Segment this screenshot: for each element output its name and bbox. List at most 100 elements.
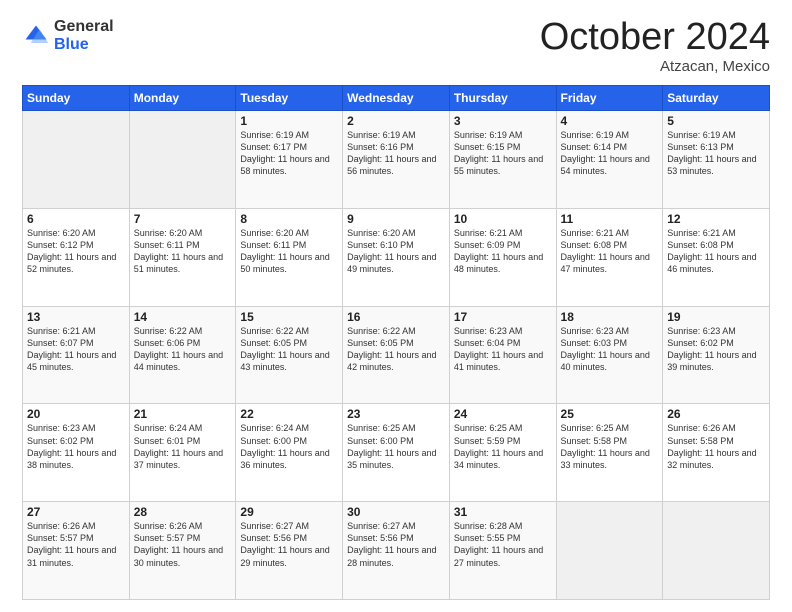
day-number: 7: [134, 212, 232, 226]
day-number: 1: [240, 114, 338, 128]
day-number: 11: [561, 212, 659, 226]
day-number: 27: [27, 505, 125, 519]
day-cell: 17 Sunrise: 6:23 AMSunset: 6:04 PMDayligh…: [449, 306, 556, 404]
day-header-saturday: Saturday: [663, 86, 770, 111]
day-cell: 8 Sunrise: 6:20 AMSunset: 6:11 PMDaylight…: [236, 208, 343, 306]
day-info: Sunrise: 6:27 AMSunset: 5:56 PMDaylight:…: [347, 521, 436, 567]
day-info: Sunrise: 6:27 AMSunset: 5:56 PMDaylight:…: [240, 521, 329, 567]
day-info: Sunrise: 6:24 AMSunset: 6:00 PMDaylight:…: [240, 423, 329, 469]
day-cell: [663, 502, 770, 600]
day-info: Sunrise: 6:24 AMSunset: 6:01 PMDaylight:…: [134, 423, 223, 469]
day-number: 31: [454, 505, 552, 519]
day-info: Sunrise: 6:23 AMSunset: 6:04 PMDaylight:…: [454, 326, 543, 372]
day-info: Sunrise: 6:28 AMSunset: 5:55 PMDaylight:…: [454, 521, 543, 567]
day-info: Sunrise: 6:23 AMSunset: 6:02 PMDaylight:…: [667, 326, 756, 372]
day-cell: 11 Sunrise: 6:21 AMSunset: 6:08 PMDayligh…: [556, 208, 663, 306]
day-cell: 12Sunrise: 6:21 AMSunset: 6:08 PMDayligh…: [663, 208, 770, 306]
day-number: 19: [667, 310, 765, 324]
day-cell: 1 Sunrise: 6:19 AMSunset: 6:17 PMDaylight…: [236, 111, 343, 209]
day-number: 4: [561, 114, 659, 128]
day-info: Sunrise: 6:20 AMSunset: 6:12 PMDaylight:…: [27, 228, 116, 274]
title-block: October 2024 Atzacan, Mexico: [540, 18, 770, 75]
day-cell: 18Sunrise: 6:23 AMSunset: 6:03 PMDayligh…: [556, 306, 663, 404]
logo-general: General: [54, 18, 114, 36]
day-number: 8: [240, 212, 338, 226]
week-row-4: 20 Sunrise: 6:23 AMSunset: 6:02 PMDayligh…: [23, 404, 770, 502]
day-number: 30: [347, 505, 445, 519]
day-cell: [23, 111, 130, 209]
day-info: Sunrise: 6:22 AMSunset: 6:05 PMDaylight:…: [347, 326, 436, 372]
day-number: 17: [454, 310, 552, 324]
day-cell: 9Sunrise: 6:20 AMSunset: 6:10 PMDaylight…: [343, 208, 450, 306]
day-number: 6: [27, 212, 125, 226]
day-info: Sunrise: 6:19 AMSunset: 6:16 PMDaylight:…: [347, 130, 436, 176]
day-cell: 7Sunrise: 6:20 AMSunset: 6:11 PMDaylight…: [129, 208, 236, 306]
day-cell: 14 Sunrise: 6:22 AMSunset: 6:06 PMDayligh…: [129, 306, 236, 404]
day-cell: 10 Sunrise: 6:21 AMSunset: 6:09 PMDayligh…: [449, 208, 556, 306]
day-header-sunday: Sunday: [23, 86, 130, 111]
day-cell: 30 Sunrise: 6:27 AMSunset: 5:56 PMDayligh…: [343, 502, 450, 600]
day-header-wednesday: Wednesday: [343, 86, 450, 111]
day-number: 20: [27, 407, 125, 421]
day-number: 28: [134, 505, 232, 519]
day-cell: 24Sunrise: 6:25 AMSunset: 5:59 PMDayligh…: [449, 404, 556, 502]
calendar-page: General Blue October 2024 Atzacan, Mexic…: [0, 0, 792, 612]
day-info: Sunrise: 6:25 AMSunset: 6:00 PMDaylight:…: [347, 423, 436, 469]
day-cell: 28 Sunrise: 6:26 AMSunset: 5:57 PMDayligh…: [129, 502, 236, 600]
day-header-friday: Friday: [556, 86, 663, 111]
day-cell: 19 Sunrise: 6:23 AMSunset: 6:02 PMDayligh…: [663, 306, 770, 404]
logo-icon: [22, 22, 50, 50]
day-info: Sunrise: 6:25 AMSunset: 5:58 PMDaylight:…: [561, 423, 650, 469]
day-number: 5: [667, 114, 765, 128]
day-number: 15: [240, 310, 338, 324]
day-info: Sunrise: 6:22 AMSunset: 6:06 PMDaylight:…: [134, 326, 223, 372]
month-title: October 2024: [540, 18, 770, 56]
day-cell: 16 Sunrise: 6:22 AMSunset: 6:05 PMDayligh…: [343, 306, 450, 404]
day-cell: 5Sunrise: 6:19 AMSunset: 6:13 PMDaylight…: [663, 111, 770, 209]
day-header-thursday: Thursday: [449, 86, 556, 111]
day-cell: 27 Sunrise: 6:26 AMSunset: 5:57 PMDayligh…: [23, 502, 130, 600]
day-number: 23: [347, 407, 445, 421]
day-info: Sunrise: 6:21 AMSunset: 6:08 PMDaylight:…: [561, 228, 650, 274]
day-number: 26: [667, 407, 765, 421]
day-info: Sunrise: 6:23 AMSunset: 6:02 PMDaylight:…: [27, 423, 116, 469]
day-cell: 29 Sunrise: 6:27 AMSunset: 5:56 PMDayligh…: [236, 502, 343, 600]
day-cell: 13 Sunrise: 6:21 AMSunset: 6:07 PMDayligh…: [23, 306, 130, 404]
logo: General Blue: [22, 18, 114, 53]
day-info: Sunrise: 6:21 AMSunset: 6:07 PMDaylight:…: [27, 326, 116, 372]
day-number: 21: [134, 407, 232, 421]
day-number: 29: [240, 505, 338, 519]
day-cell: [556, 502, 663, 600]
calendar-table: SundayMondayTuesdayWednesdayThursdayFrid…: [22, 85, 770, 600]
day-info: Sunrise: 6:19 AMSunset: 6:17 PMDaylight:…: [240, 130, 329, 176]
header: General Blue October 2024 Atzacan, Mexic…: [22, 18, 770, 75]
day-cell: 22Sunrise: 6:24 AMSunset: 6:00 PMDayligh…: [236, 404, 343, 502]
day-info: Sunrise: 6:20 AMSunset: 6:10 PMDaylight:…: [347, 228, 436, 274]
day-number: 13: [27, 310, 125, 324]
day-cell: 26Sunrise: 6:26 AMSunset: 5:58 PMDayligh…: [663, 404, 770, 502]
day-number: 3: [454, 114, 552, 128]
day-info: Sunrise: 6:22 AMSunset: 6:05 PMDaylight:…: [240, 326, 329, 372]
day-info: Sunrise: 6:26 AMSunset: 5:57 PMDaylight:…: [27, 521, 116, 567]
day-number: 14: [134, 310, 232, 324]
calendar: SundayMondayTuesdayWednesdayThursdayFrid…: [22, 85, 770, 600]
day-number: 16: [347, 310, 445, 324]
day-info: Sunrise: 6:26 AMSunset: 5:57 PMDaylight:…: [134, 521, 223, 567]
day-cell: 6 Sunrise: 6:20 AMSunset: 6:12 PMDaylight…: [23, 208, 130, 306]
day-info: Sunrise: 6:20 AMSunset: 6:11 PMDaylight:…: [240, 228, 329, 274]
week-row-3: 13 Sunrise: 6:21 AMSunset: 6:07 PMDayligh…: [23, 306, 770, 404]
day-info: Sunrise: 6:25 AMSunset: 5:59 PMDaylight:…: [454, 423, 543, 469]
day-cell: 20 Sunrise: 6:23 AMSunset: 6:02 PMDayligh…: [23, 404, 130, 502]
day-number: 18: [561, 310, 659, 324]
day-cell: 3 Sunrise: 6:19 AMSunset: 6:15 PMDaylight…: [449, 111, 556, 209]
week-row-1: 1 Sunrise: 6:19 AMSunset: 6:17 PMDaylight…: [23, 111, 770, 209]
day-cell: [129, 111, 236, 209]
day-number: 10: [454, 212, 552, 226]
week-row-5: 27 Sunrise: 6:26 AMSunset: 5:57 PMDayligh…: [23, 502, 770, 600]
day-cell: 21 Sunrise: 6:24 AMSunset: 6:01 PMDayligh…: [129, 404, 236, 502]
location: Atzacan, Mexico: [540, 58, 770, 75]
day-header-monday: Monday: [129, 86, 236, 111]
week-row-2: 6 Sunrise: 6:20 AMSunset: 6:12 PMDaylight…: [23, 208, 770, 306]
day-info: Sunrise: 6:19 AMSunset: 6:15 PMDaylight:…: [454, 130, 543, 176]
day-info: Sunrise: 6:21 AMSunset: 6:09 PMDaylight:…: [454, 228, 543, 274]
